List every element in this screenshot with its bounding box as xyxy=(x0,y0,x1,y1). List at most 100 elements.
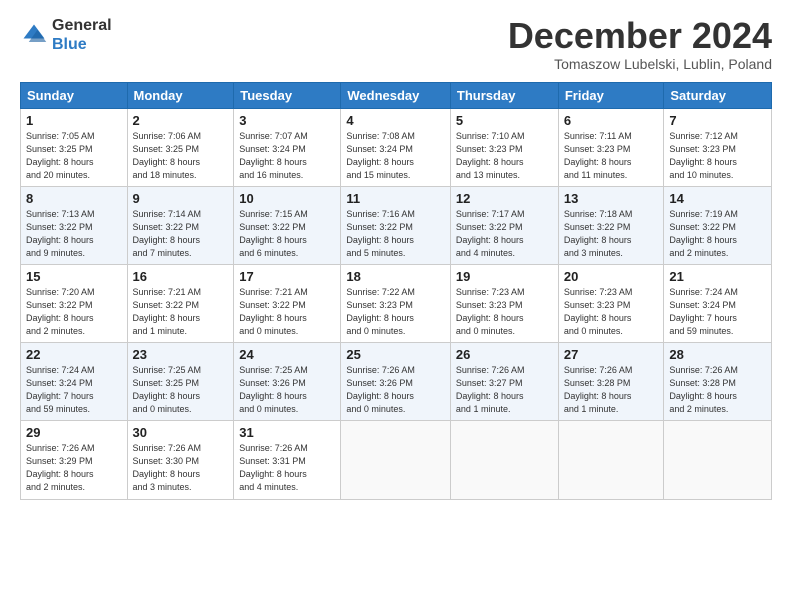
days-header-row: SundayMondayTuesdayWednesdayThursdayFrid… xyxy=(21,82,772,108)
calendar-cell: 24 Sunrise: 7:25 AM Sunset: 3:26 PM Dayli… xyxy=(234,343,341,421)
day-info: Sunrise: 7:18 AM Sunset: 3:22 PM Dayligh… xyxy=(564,208,659,260)
calendar-cell: 29Sunrise: 7:26 AM Sunset: 3:29 PM Dayli… xyxy=(21,421,128,499)
day-info: Sunrise: 7:20 AM Sunset: 3:22 PM Dayligh… xyxy=(26,286,122,338)
day-number: 23 xyxy=(133,347,229,362)
day-info: Sunrise: 7:14 AM Sunset: 3:22 PM Dayligh… xyxy=(133,208,229,260)
calendar-cell xyxy=(664,421,772,499)
calendar-cell: 30Sunrise: 7:26 AM Sunset: 3:30 PM Dayli… xyxy=(127,421,234,499)
day-info: Sunrise: 7:26 AM Sunset: 3:30 PM Dayligh… xyxy=(133,442,229,494)
calendar-cell: 8 Sunrise: 7:13 AM Sunset: 3:22 PM Daylig… xyxy=(21,186,128,264)
day-header: Tuesday xyxy=(234,82,341,108)
calendar-cell: 3 Sunrise: 7:07 AM Sunset: 3:24 PM Daylig… xyxy=(234,108,341,186)
day-info: Sunrise: 7:26 AM Sunset: 3:31 PM Dayligh… xyxy=(239,442,335,494)
day-number: 16 xyxy=(133,269,229,284)
day-header: Saturday xyxy=(664,82,772,108)
day-info: Sunrise: 7:21 AM Sunset: 3:22 PM Dayligh… xyxy=(239,286,335,338)
day-number: 9 xyxy=(133,191,229,206)
day-info: Sunrise: 7:23 AM Sunset: 3:23 PM Dayligh… xyxy=(456,286,553,338)
day-number: 25 xyxy=(346,347,445,362)
day-info: Sunrise: 7:19 AM Sunset: 3:22 PM Dayligh… xyxy=(669,208,766,260)
day-number: 26 xyxy=(456,347,553,362)
day-info: Sunrise: 7:13 AM Sunset: 3:22 PM Dayligh… xyxy=(26,208,122,260)
day-info: Sunrise: 7:15 AM Sunset: 3:22 PM Dayligh… xyxy=(239,208,335,260)
calendar-week-row: 22Sunrise: 7:24 AM Sunset: 3:24 PM Dayli… xyxy=(21,343,772,421)
calendar-cell: 25 Sunrise: 7:26 AM Sunset: 3:26 PM Dayli… xyxy=(341,343,451,421)
calendar-cell: 5 Sunrise: 7:10 AM Sunset: 3:23 PM Daylig… xyxy=(450,108,558,186)
day-number: 14 xyxy=(669,191,766,206)
day-info: Sunrise: 7:26 AM Sunset: 3:29 PM Dayligh… xyxy=(26,442,122,494)
day-info: Sunrise: 7:22 AM Sunset: 3:23 PM Dayligh… xyxy=(346,286,445,338)
day-header: Friday xyxy=(558,82,664,108)
calendar-cell: 14 Sunrise: 7:19 AM Sunset: 3:22 PM Dayli… xyxy=(664,186,772,264)
location: Tomaszow Lubelski, Lublin, Poland xyxy=(508,56,772,72)
day-number: 24 xyxy=(239,347,335,362)
calendar-cell: 16Sunrise: 7:21 AM Sunset: 3:22 PM Dayli… xyxy=(127,264,234,342)
logo-general-text: General xyxy=(52,17,112,34)
day-header: Sunday xyxy=(21,82,128,108)
day-number: 19 xyxy=(456,269,553,284)
day-info: Sunrise: 7:11 AM Sunset: 3:23 PM Dayligh… xyxy=(564,130,659,182)
day-info: Sunrise: 7:17 AM Sunset: 3:22 PM Dayligh… xyxy=(456,208,553,260)
calendar-cell: 2 Sunrise: 7:06 AM Sunset: 3:25 PM Daylig… xyxy=(127,108,234,186)
day-number: 2 xyxy=(133,113,229,128)
title-block: December 2024 Tomaszow Lubelski, Lublin,… xyxy=(508,16,772,72)
calendar-cell: 11Sunrise: 7:16 AM Sunset: 3:22 PM Dayli… xyxy=(341,186,451,264)
day-number: 5 xyxy=(456,113,553,128)
day-number: 4 xyxy=(346,113,445,128)
calendar-week-row: 8 Sunrise: 7:13 AM Sunset: 3:22 PM Daylig… xyxy=(21,186,772,264)
calendar-cell: 15 Sunrise: 7:20 AM Sunset: 3:22 PM Dayli… xyxy=(21,264,128,342)
day-number: 22 xyxy=(26,347,122,362)
calendar-cell: 23 Sunrise: 7:25 AM Sunset: 3:25 PM Dayli… xyxy=(127,343,234,421)
day-number: 13 xyxy=(564,191,659,206)
day-info: Sunrise: 7:06 AM Sunset: 3:25 PM Dayligh… xyxy=(133,130,229,182)
day-number: 12 xyxy=(456,191,553,206)
day-info: Sunrise: 7:08 AM Sunset: 3:24 PM Dayligh… xyxy=(346,130,445,182)
calendar-cell: 9 Sunrise: 7:14 AM Sunset: 3:22 PM Daylig… xyxy=(127,186,234,264)
day-info: Sunrise: 7:10 AM Sunset: 3:23 PM Dayligh… xyxy=(456,130,553,182)
day-info: Sunrise: 7:16 AM Sunset: 3:22 PM Dayligh… xyxy=(346,208,445,260)
day-number: 15 xyxy=(26,269,122,284)
day-number: 28 xyxy=(669,347,766,362)
calendar-cell xyxy=(450,421,558,499)
calendar-cell: 10 Sunrise: 7:15 AM Sunset: 3:22 PM Dayli… xyxy=(234,186,341,264)
calendar-week-row: 15 Sunrise: 7:20 AM Sunset: 3:22 PM Dayli… xyxy=(21,264,772,342)
day-info: Sunrise: 7:26 AM Sunset: 3:27 PM Dayligh… xyxy=(456,364,553,416)
calendar-page: General Blue December 2024 Tomaszow Lube… xyxy=(0,0,792,612)
day-info: Sunrise: 7:24 AM Sunset: 3:24 PM Dayligh… xyxy=(669,286,766,338)
day-number: 8 xyxy=(26,191,122,206)
month-title: December 2024 xyxy=(508,16,772,56)
day-info: Sunrise: 7:07 AM Sunset: 3:24 PM Dayligh… xyxy=(239,130,335,182)
header: General Blue December 2024 Tomaszow Lube… xyxy=(20,16,772,72)
calendar-cell xyxy=(558,421,664,499)
calendar-cell: 31Sunrise: 7:26 AM Sunset: 3:31 PM Dayli… xyxy=(234,421,341,499)
calendar-cell xyxy=(341,421,451,499)
calendar-cell: 12 Sunrise: 7:17 AM Sunset: 3:22 PM Dayli… xyxy=(450,186,558,264)
calendar-cell: 20 Sunrise: 7:23 AM Sunset: 3:23 PM Dayli… xyxy=(558,264,664,342)
day-number: 17 xyxy=(239,269,335,284)
day-info: Sunrise: 7:26 AM Sunset: 3:26 PM Dayligh… xyxy=(346,364,445,416)
day-info: Sunrise: 7:26 AM Sunset: 3:28 PM Dayligh… xyxy=(564,364,659,416)
calendar-cell: 22Sunrise: 7:24 AM Sunset: 3:24 PM Dayli… xyxy=(21,343,128,421)
day-number: 27 xyxy=(564,347,659,362)
calendar-cell: 28Sunrise: 7:26 AM Sunset: 3:28 PM Dayli… xyxy=(664,343,772,421)
calendar-cell: 18 Sunrise: 7:22 AM Sunset: 3:23 PM Dayli… xyxy=(341,264,451,342)
logo-blue-text: Blue xyxy=(52,36,87,53)
day-info: Sunrise: 7:25 AM Sunset: 3:25 PM Dayligh… xyxy=(133,364,229,416)
day-header: Wednesday xyxy=(341,82,451,108)
day-info: Sunrise: 7:23 AM Sunset: 3:23 PM Dayligh… xyxy=(564,286,659,338)
logo: General Blue xyxy=(20,16,112,54)
calendar-cell: 27 Sunrise: 7:26 AM Sunset: 3:28 PM Dayli… xyxy=(558,343,664,421)
day-header: Thursday xyxy=(450,82,558,108)
logo-icon xyxy=(20,21,48,49)
day-header: Monday xyxy=(127,82,234,108)
day-number: 18 xyxy=(346,269,445,284)
calendar-table: SundayMondayTuesdayWednesdayThursdayFrid… xyxy=(20,82,772,500)
calendar-cell: 4 Sunrise: 7:08 AM Sunset: 3:24 PM Daylig… xyxy=(341,108,451,186)
calendar-cell: 13 Sunrise: 7:18 AM Sunset: 3:22 PM Dayli… xyxy=(558,186,664,264)
day-number: 20 xyxy=(564,269,659,284)
calendar-cell: 1Sunrise: 7:05 AM Sunset: 3:25 PM Daylig… xyxy=(21,108,128,186)
day-info: Sunrise: 7:12 AM Sunset: 3:23 PM Dayligh… xyxy=(669,130,766,182)
day-number: 10 xyxy=(239,191,335,206)
day-info: Sunrise: 7:25 AM Sunset: 3:26 PM Dayligh… xyxy=(239,364,335,416)
day-number: 3 xyxy=(239,113,335,128)
